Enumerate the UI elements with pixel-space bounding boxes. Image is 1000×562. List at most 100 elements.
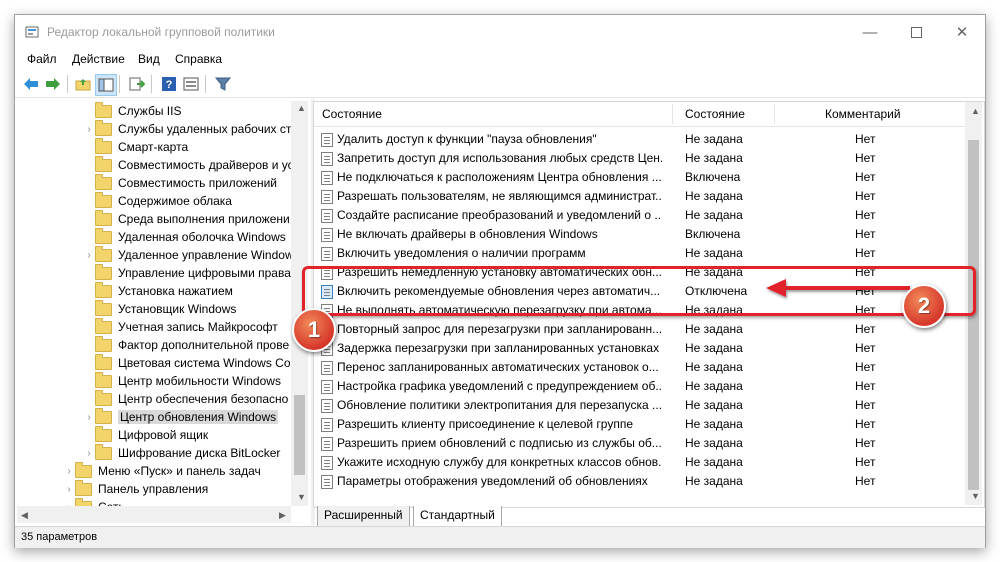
table-row[interactable]: Разрешить клиенту присоединение к целево… <box>314 415 966 434</box>
setting-state: Не задана <box>685 398 743 412</box>
tree-item-label: Установщик Windows <box>118 302 237 316</box>
setting-name: Перенос запланированных автоматических у… <box>337 360 659 374</box>
folder-icon <box>95 101 112 118</box>
tree-item[interactable]: Центр мобильности Windows <box>83 371 281 390</box>
tree-item[interactable]: › Меню «Пуск» и панель задач <box>63 461 261 480</box>
menu-bar: Файл Действие Вид Справка <box>15 49 985 69</box>
tree-item[interactable]: Среда выполнения приложени <box>83 209 290 228</box>
setting-comment: Нет <box>855 360 876 374</box>
filter-icon <box>215 77 231 91</box>
forward-button[interactable] <box>43 74 63 94</box>
menu-help[interactable]: Справка <box>175 52 222 66</box>
setting-state: Не задана <box>685 208 743 222</box>
table-row[interactable]: Перенос запланированных автоматических у… <box>314 358 966 377</box>
tree-item[interactable]: Управление цифровыми права <box>83 263 291 282</box>
tree-item[interactable]: Совместимость приложений <box>83 173 277 192</box>
scroll-down-arrow-icon[interactable]: ▼ <box>971 491 980 501</box>
table-row[interactable]: Разрешать пользователям, не являющимся а… <box>314 187 966 206</box>
column-header-setting[interactable]: Состояние <box>322 107 382 121</box>
table-row[interactable]: Не включать драйверы в обновления Window… <box>314 225 966 244</box>
tree-item[interactable]: › Центр обновления Windows <box>83 407 279 426</box>
folder-icon <box>95 389 112 406</box>
tree-item[interactable]: › Удаленное управление Window <box>83 245 294 264</box>
up-button[interactable] <box>73 74 93 94</box>
tree-item[interactable]: Совместимость драйверов и ус <box>83 155 294 174</box>
tree-item[interactable]: Цветовая система Windows Col <box>83 353 293 372</box>
setting-comment: Нет <box>855 246 876 260</box>
column-header-comment[interactable]: Комментарий <box>825 107 901 121</box>
setting-state: Не задана <box>685 436 743 450</box>
tree-item[interactable]: Учетная запись Майкрософт <box>83 317 278 336</box>
menu-action[interactable]: Действие <box>72 52 125 66</box>
tree-horizontal-scrollbar[interactable] <box>17 506 291 523</box>
table-row[interactable]: Запретить доступ для использования любых… <box>314 149 966 168</box>
tree-item-label: Службы IIS <box>118 104 182 118</box>
tree-item-label: Панель управления <box>98 482 209 496</box>
table-row[interactable]: Не подключаться к расположениям Центра о… <box>314 168 966 187</box>
table-row[interactable]: Удалить доступ к функции "пауза обновлен… <box>314 130 966 149</box>
tree-scroll-thumb[interactable] <box>294 395 305 475</box>
table-row[interactable]: Разрешить прием обновлений с подписью из… <box>314 434 966 453</box>
show-hide-tree-button[interactable] <box>95 74 117 96</box>
tree-item[interactable]: Фактор дополнительной прове <box>83 335 289 354</box>
column-separator[interactable] <box>774 104 775 124</box>
chevron-right-icon[interactable]: › <box>63 484 75 495</box>
scroll-up-arrow-icon[interactable]: ▲ <box>971 106 980 116</box>
folder-icon <box>95 353 112 370</box>
table-row[interactable]: Укажите исходную службу для конкретных к… <box>314 453 966 472</box>
table-row[interactable]: Настройка графика уведомлений с предупре… <box>314 377 966 396</box>
tree-item[interactable]: ›Сеть <box>63 497 125 506</box>
toolbar-separator <box>67 75 68 93</box>
minimize-button[interactable]: — <box>847 15 893 49</box>
tree-item[interactable]: › Панель управления <box>63 479 209 498</box>
tree-item-label: Центр обеспечения безопасно <box>118 392 289 406</box>
help-button[interactable]: ? <box>159 74 179 94</box>
table-row[interactable]: Параметры отображения уведомлений об обн… <box>314 472 966 491</box>
policy-setting-icon <box>321 399 333 413</box>
table-row[interactable]: Создайте расписание преобразований и уве… <box>314 206 966 225</box>
chevron-right-icon[interactable]: › <box>83 124 95 135</box>
policy-setting-icon <box>321 456 333 470</box>
tree-item[interactable]: Содержимое облака <box>83 191 232 210</box>
tab-extended[interactable]: Расширенный <box>317 506 410 527</box>
close-button[interactable]: ✕ <box>939 15 985 49</box>
column-header-state[interactable]: Состояние <box>685 107 745 121</box>
folder-icon <box>95 317 112 334</box>
table-row[interactable]: Обновление политики электропитания для п… <box>314 396 966 415</box>
tree-item[interactable]: Удаленная оболочка Windows <box>83 227 286 246</box>
chevron-right-icon[interactable]: › <box>83 412 95 423</box>
scroll-right-arrow-icon[interactable]: ▶ <box>279 510 286 521</box>
tree-item-label: Цифровой ящик <box>118 428 209 442</box>
table-row[interactable]: Задержка перезагрузки при запланированны… <box>314 339 966 358</box>
folder-icon <box>95 281 112 298</box>
menu-file[interactable]: Файл <box>27 52 57 66</box>
export-list-button[interactable] <box>127 74 147 94</box>
tree-item[interactable]: Центр обеспечения безопасно <box>83 389 289 408</box>
chevron-right-icon[interactable]: › <box>83 250 95 261</box>
tree-item[interactable]: Службы IIS <box>83 101 182 120</box>
table-row[interactable]: Включить уведомления о наличии программ Н… <box>314 244 966 263</box>
scroll-down-arrow-icon[interactable]: ▼ <box>297 492 306 502</box>
setting-state: Не задана <box>685 246 743 260</box>
setting-comment: Нет <box>855 417 876 431</box>
menu-view[interactable]: Вид <box>138 52 160 66</box>
tree-item[interactable]: Установка нажатием <box>83 281 233 300</box>
tree-item[interactable]: Установщик Windows <box>83 299 237 318</box>
properties-button[interactable] <box>181 74 201 94</box>
folder-icon <box>95 209 112 226</box>
tree-item[interactable]: Смарт-карта <box>83 137 188 156</box>
policy-setting-icon <box>321 475 333 489</box>
tree-item[interactable]: › Службы удаленных рабочих ст <box>83 119 291 138</box>
tree-item[interactable]: Цифровой ящик <box>83 425 209 444</box>
maximize-button[interactable] <box>893 15 939 49</box>
filter-button[interactable] <box>213 74 233 94</box>
chevron-right-icon[interactable]: › <box>83 448 95 459</box>
scroll-up-arrow-icon[interactable]: ▲ <box>297 103 306 113</box>
column-separator[interactable] <box>672 104 673 124</box>
table-row[interactable]: Повторный запрос для перезагрузки при за… <box>314 320 966 339</box>
chevron-right-icon[interactable]: › <box>63 466 75 477</box>
back-button[interactable] <box>21 74 41 94</box>
scroll-left-arrow-icon[interactable]: ◀ <box>21 510 28 521</box>
tree-item[interactable]: › Шифрование диска BitLocker <box>83 443 280 462</box>
tab-standard[interactable]: Стандартный <box>413 506 502 527</box>
